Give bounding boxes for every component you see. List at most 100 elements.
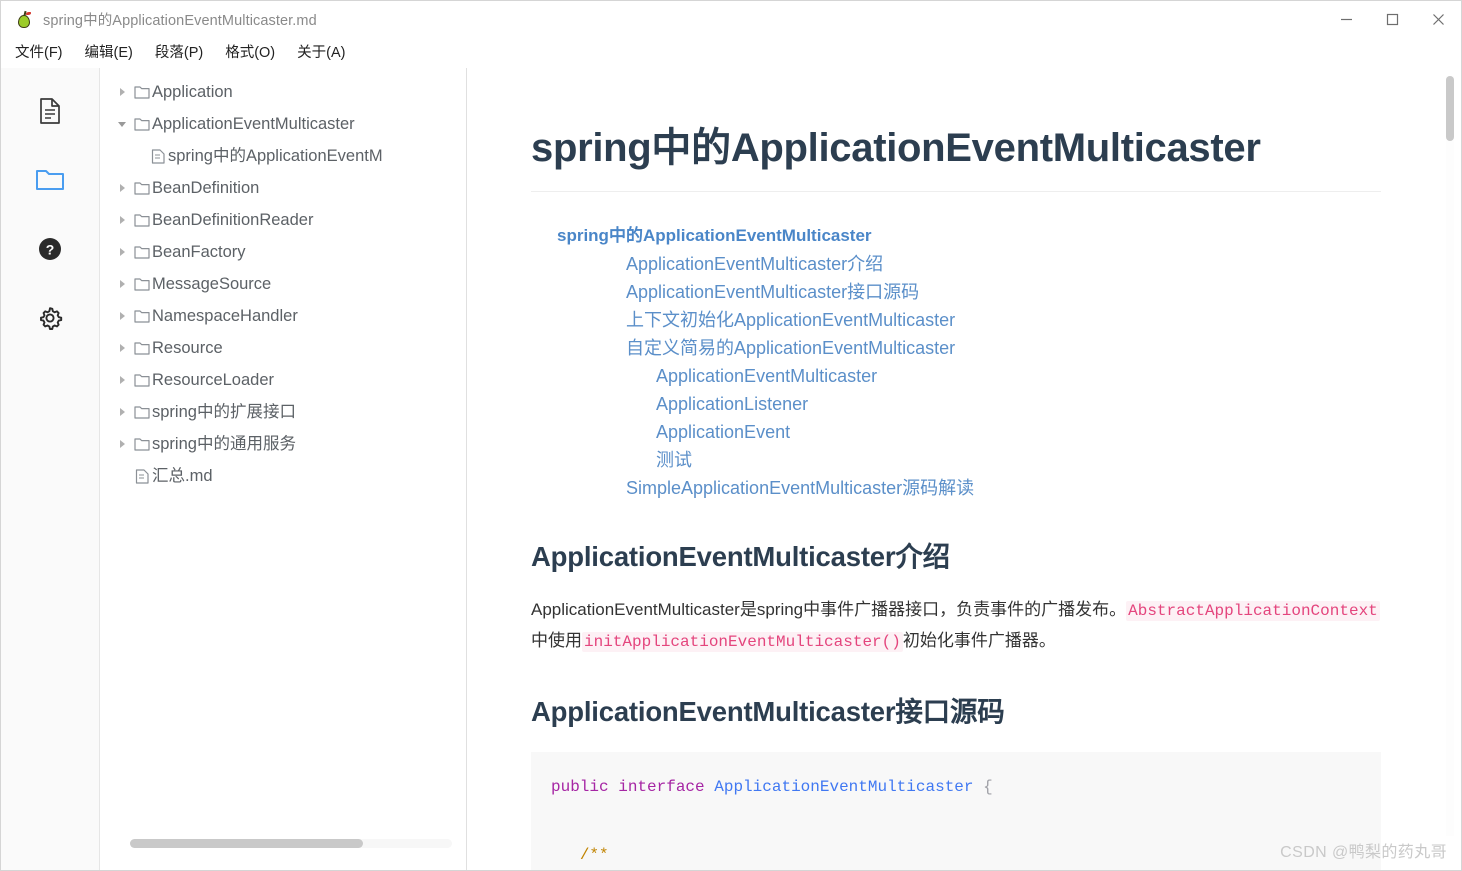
folder-icon bbox=[132, 213, 151, 227]
app-window: spring中的ApplicationEventMulticaster.md 文… bbox=[0, 0, 1462, 871]
maximize-button[interactable] bbox=[1369, 1, 1415, 38]
paragraph-text: 中使用 bbox=[531, 630, 582, 650]
section-heading-intro: ApplicationEventMulticaster介绍 bbox=[531, 541, 950, 572]
rail-item-help[interactable]: ? bbox=[29, 228, 71, 270]
intro-paragraph: ApplicationEventMulticaster是spring中事件广播器… bbox=[531, 595, 1381, 657]
tree-item-label: spring中的通用服务 bbox=[152, 434, 296, 453]
maximize-icon bbox=[1386, 13, 1398, 26]
file-tree-panel[interactable]: Application ApplicationEventMulticaster … bbox=[100, 68, 467, 870]
tree-row[interactable]: NamespaceHandler bbox=[100, 300, 466, 332]
folder-icon bbox=[132, 277, 151, 291]
toc-link[interactable]: spring中的ApplicationEventMulticaster bbox=[557, 222, 1381, 250]
code-comment: /** bbox=[579, 845, 609, 864]
toc-link[interactable]: ApplicationListener bbox=[656, 390, 1381, 418]
chevron-down-icon[interactable] bbox=[112, 121, 132, 127]
tree-scrollbar-thumb[interactable] bbox=[130, 839, 363, 848]
folder-icon bbox=[132, 181, 151, 195]
tree-row[interactable]: BeanFactory bbox=[100, 236, 466, 268]
paragraph-text: ApplicationEventMulticaster是spring中事件广播器… bbox=[531, 599, 1127, 619]
tree-item-label: 汇总.md bbox=[152, 466, 213, 485]
menu-item-edit[interactable]: 编辑(E) bbox=[85, 46, 133, 61]
file-icon bbox=[132, 468, 151, 484]
menu-item-about[interactable]: 关于(A) bbox=[297, 46, 345, 61]
tree-row[interactable]: spring中的通用服务 bbox=[100, 428, 466, 460]
title-bar: spring中的ApplicationEventMulticaster.md bbox=[1, 1, 1461, 38]
table-of-contents: spring中的ApplicationEventMulticaster Appl… bbox=[531, 222, 1381, 502]
toc-link[interactable]: 自定义简易的ApplicationEventMulticaster bbox=[626, 334, 1381, 362]
minimize-button[interactable] bbox=[1323, 1, 1369, 38]
folder-icon bbox=[132, 373, 151, 387]
menu-item-format[interactable]: 格式(O) bbox=[225, 46, 275, 61]
inline-code: initApplicationEventMulticaster() bbox=[582, 631, 903, 652]
document-icon bbox=[40, 98, 60, 124]
chevron-right-icon[interactable] bbox=[112, 88, 132, 96]
rail-item-outline[interactable] bbox=[29, 90, 71, 132]
icon-rail: ? bbox=[1, 68, 100, 870]
tree-horizontal-scrollbar[interactable] bbox=[130, 839, 452, 848]
tree-row[interactable]: Resource bbox=[100, 332, 466, 364]
rail-item-settings[interactable] bbox=[29, 297, 71, 339]
tree-row[interactable]: spring中的扩展接口 bbox=[100, 396, 466, 428]
tree-item-label: BeanFactory bbox=[152, 242, 246, 261]
page-title: spring中的ApplicationEventMulticaster bbox=[531, 123, 1381, 192]
tree-row[interactable]: MessageSource bbox=[100, 268, 466, 300]
folder-icon bbox=[132, 117, 151, 131]
rail-item-files[interactable] bbox=[29, 159, 71, 201]
toc-link[interactable]: ApplicationEventMulticaster bbox=[656, 362, 1381, 390]
tree-item-label: spring中的ApplicationEventM bbox=[168, 146, 383, 165]
editor-scrollbar-thumb[interactable] bbox=[1446, 76, 1454, 141]
tree-row[interactable]: spring中的ApplicationEventM bbox=[100, 140, 466, 172]
chevron-right-icon[interactable] bbox=[112, 248, 132, 256]
svg-text:?: ? bbox=[46, 242, 55, 258]
tree-item-label: BeanDefinition bbox=[152, 178, 260, 197]
tree-item-label: Application bbox=[152, 82, 233, 101]
tree-item-label: MessageSource bbox=[152, 274, 272, 293]
tree-item-label: ResourceLoader bbox=[152, 370, 274, 389]
chevron-right-icon[interactable] bbox=[112, 408, 132, 416]
gear-icon bbox=[40, 307, 63, 330]
toc-link[interactable]: 上下文初始化ApplicationEventMulticaster bbox=[626, 306, 1381, 334]
folder-icon bbox=[36, 170, 64, 190]
tree-row[interactable]: BeanDefinitionReader bbox=[100, 204, 466, 236]
window-controls bbox=[1323, 1, 1461, 38]
folder-icon bbox=[132, 245, 151, 259]
tree-row[interactable]: Application bbox=[100, 76, 466, 108]
toc-link[interactable]: SimpleApplicationEventMulticaster源码解读 bbox=[626, 474, 1381, 502]
folder-icon bbox=[132, 85, 151, 99]
menu-item-paragraph[interactable]: 段落(P) bbox=[155, 46, 203, 61]
toc-link[interactable]: ApplicationEventMulticaster介绍 bbox=[626, 250, 1381, 278]
editor-vertical-scrollbar[interactable] bbox=[1446, 76, 1454, 836]
chevron-right-icon[interactable] bbox=[112, 376, 132, 384]
folder-icon bbox=[132, 341, 151, 355]
close-icon bbox=[1432, 14, 1444, 25]
toc-link[interactable]: 测试 bbox=[656, 446, 1381, 474]
window-title: spring中的ApplicationEventMulticaster.md bbox=[43, 13, 317, 29]
code-keyword: public bbox=[551, 777, 609, 796]
chevron-right-icon[interactable] bbox=[112, 344, 132, 352]
chevron-right-icon[interactable] bbox=[112, 440, 132, 448]
tree-row[interactable]: 汇总.md bbox=[100, 460, 466, 492]
tree-item-label: Resource bbox=[152, 338, 223, 357]
file-icon bbox=[148, 148, 167, 164]
tree-item-label: BeanDefinitionReader bbox=[152, 210, 314, 229]
tree-row[interactable]: BeanDefinition bbox=[100, 172, 466, 204]
close-button[interactable] bbox=[1415, 1, 1461, 38]
toc-link[interactable]: ApplicationEventMulticaster接口源码 bbox=[626, 278, 1381, 306]
tree-item-label: spring中的扩展接口 bbox=[152, 402, 296, 421]
folder-icon bbox=[132, 437, 151, 451]
editor-pane[interactable]: spring中的ApplicationEventMulticaster spri… bbox=[467, 68, 1461, 870]
chevron-right-icon[interactable] bbox=[112, 312, 132, 320]
toc-link[interactable]: ApplicationEvent bbox=[656, 418, 1381, 446]
folder-icon bbox=[132, 405, 151, 419]
chevron-right-icon[interactable] bbox=[112, 280, 132, 288]
tree-row[interactable]: ResourceLoader bbox=[100, 364, 466, 396]
help-circle-icon: ? bbox=[39, 238, 61, 260]
chevron-right-icon[interactable] bbox=[112, 216, 132, 224]
main-body: ? Application ApplicationEventMulticaste… bbox=[1, 68, 1461, 870]
code-block[interactable]: public interface ApplicationEventMultica… bbox=[531, 751, 1381, 870]
menu-item-file[interactable]: 文件(F) bbox=[15, 46, 63, 61]
watermark: CSDN @鸭梨的药丸哥 bbox=[1280, 844, 1447, 861]
chevron-right-icon[interactable] bbox=[112, 184, 132, 192]
tree-row[interactable]: ApplicationEventMulticaster bbox=[100, 108, 466, 140]
folder-icon bbox=[132, 309, 151, 323]
